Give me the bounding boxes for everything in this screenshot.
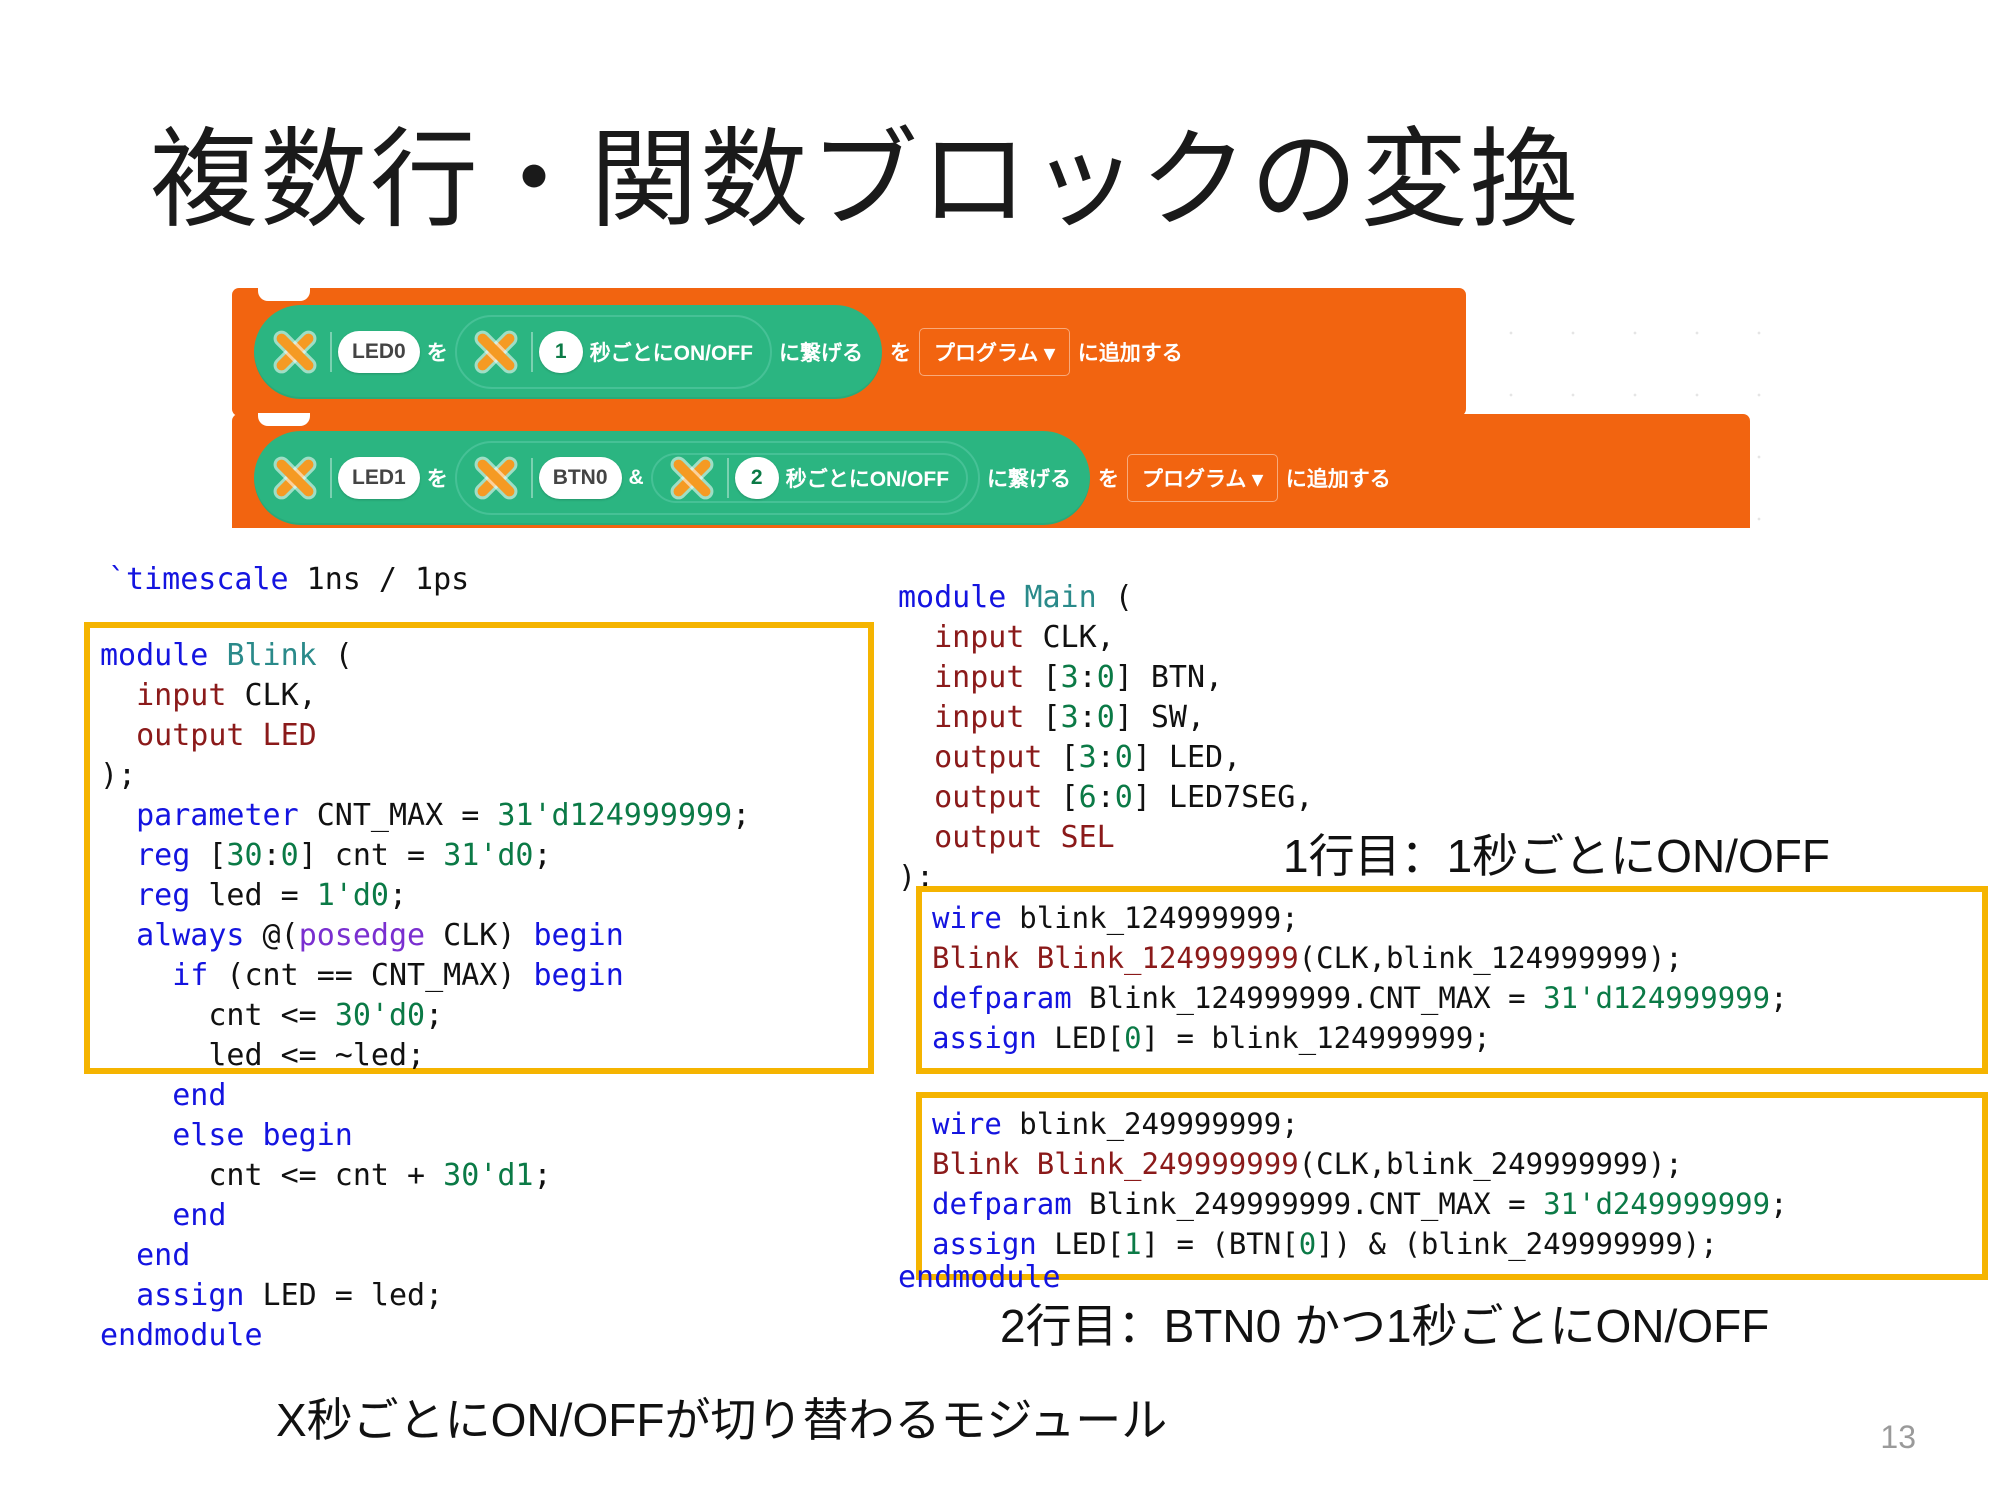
block-reporter-inner-1[interactable]: 1 秒ごとにON/OFF — [454, 315, 773, 389]
stack-notch-top-2 — [258, 413, 310, 426]
btn-field-2[interactable]: BTN0 — [538, 457, 622, 499]
inner-label-2: 秒ごとにON/OFF — [785, 468, 950, 491]
blink-module-code: module Blink ( input CLK, output LED ); … — [100, 638, 751, 1353]
timescale-line: `timescale 1ns / 1ps — [108, 560, 469, 600]
chevron-down-icon: ▾ — [1044, 342, 1055, 365]
divider — [530, 332, 533, 372]
box2-code: wire blink_249999999; Blink Blink_249999… — [932, 1107, 1788, 1261]
program-dropdown-label-1: プログラム — [934, 342, 1039, 365]
x-icon — [272, 329, 318, 375]
program-dropdown-label-2: プログラム — [1142, 468, 1247, 491]
page-title: 複数行・関数ブロックの変換 — [150, 119, 1581, 240]
interval-field-2[interactable]: 2 — [734, 457, 779, 499]
block-reporter-2[interactable]: LED1 を BTN0 & 2 秒ごとにON/OFF に繋げる — [254, 431, 1091, 525]
page-number: 13 — [1880, 1419, 1916, 1455]
block-stack-1[interactable]: LED0 を 1 秒ごとにON/OFF に繋げる を プログラム ▾ に追加する — [232, 288, 1466, 416]
program-dropdown-2[interactable]: プログラム ▾ — [1127, 454, 1278, 502]
program-dropdown-1[interactable]: プログラム ▾ — [919, 328, 1070, 376]
add-label-1: に追加する — [1077, 342, 1183, 365]
main-module-header-code: module Main ( input CLK, input [3:0] BTN… — [898, 580, 1314, 895]
box2-annotation: 2行目：BTN0 かつ1秒ごとにON/OFF — [1000, 1300, 1770, 1352]
particle-wo-2-2: を — [1098, 468, 1120, 491]
left-code-caption: X秒ごとにON/OFFが切り替わるモジュール — [276, 1394, 1168, 1446]
led-target-field-1[interactable]: LED0 — [338, 331, 420, 373]
timescale-rest: 1ns / 1ps — [288, 562, 470, 597]
x-icon — [669, 455, 715, 501]
particle-wo-2-1: を — [890, 342, 912, 365]
block-stack-2[interactable]: LED1 を BTN0 & 2 秒ごとにON/OFF に繋げる を プログラム … — [232, 413, 1750, 528]
divider — [330, 458, 332, 498]
particle-wo-2: を — [426, 468, 448, 491]
connect-label-1: に繋げる — [779, 342, 864, 365]
divider — [530, 458, 533, 498]
particle-wo-1: を — [426, 342, 448, 365]
led-target-field-2[interactable]: LED1 — [338, 457, 420, 499]
connect-label-2: に繋げる — [987, 468, 1072, 491]
block-editor-canvas[interactable]: LED0 を 1 秒ごとにON/OFF に繋げる を プログラム ▾ に追加する — [232, 288, 1804, 528]
block-condition-group-2[interactable]: BTN0 & 2 秒ごとにON/OFF — [454, 441, 981, 515]
x-icon — [272, 455, 318, 501]
inner-label-1: 秒ごとにON/OFF — [589, 342, 754, 365]
interval-field-1[interactable]: 1 — [538, 331, 583, 373]
box1-annotation: 1行目：1秒ごとにON/OFF — [1283, 830, 1830, 882]
amp-label-2: & — [628, 466, 644, 489]
divider — [330, 332, 332, 372]
box1-code: wire blink_124999999; Blink Blink_124999… — [932, 901, 1788, 1055]
add-label-2: に追加する — [1285, 468, 1391, 491]
block-reporter-inner-2[interactable]: 2 秒ごとにON/OFF — [650, 453, 969, 503]
stack-notch-top-1 — [258, 288, 310, 301]
chevron-down-icon: ▾ — [1252, 468, 1263, 491]
block-reporter-1[interactable]: LED0 を 1 秒ごとにON/OFF に繋げる — [254, 305, 883, 399]
timescale-directive: `timescale — [108, 562, 289, 597]
x-icon — [473, 329, 519, 375]
divider — [726, 458, 729, 498]
x-icon — [473, 455, 519, 501]
